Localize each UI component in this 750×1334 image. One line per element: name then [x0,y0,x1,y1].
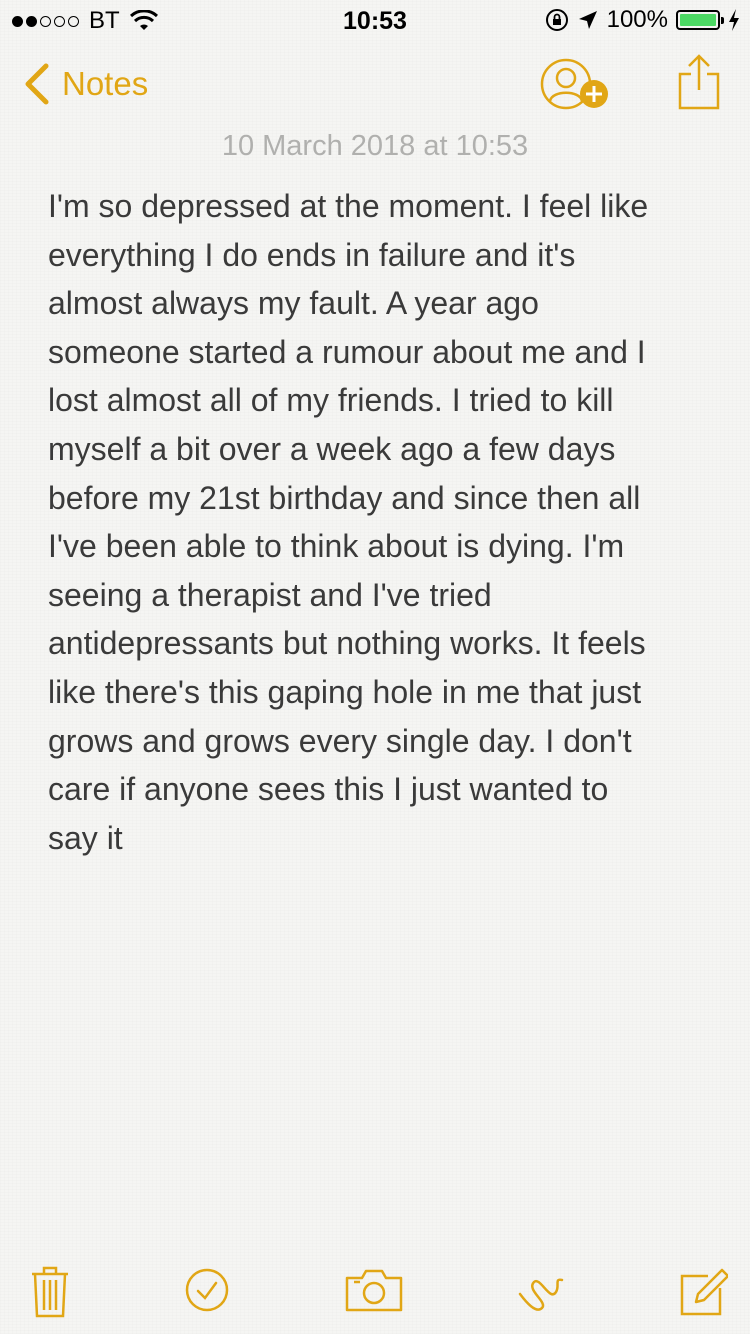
status-bar: BT 10:53 100% [0,0,750,40]
note-date: 10 March 2018 at 10:53 [221,130,529,162]
share-icon [678,54,720,110]
compose-button[interactable] [678,1262,730,1318]
back-button[interactable]: Notes [18,62,148,106]
checklist-icon [185,1268,229,1312]
status-right: 100% [545,6,740,34]
battery-percentage: 100% [606,6,668,33]
checklist-button[interactable] [184,1262,230,1318]
trash-icon [32,1266,68,1318]
add-person-icon [540,58,608,110]
add-people-button[interactable] [538,56,614,112]
sketch-button[interactable] [516,1262,566,1318]
camera-button[interactable] [344,1262,404,1318]
sketch-icon [518,1278,564,1311]
share-button[interactable] [676,54,722,110]
delete-button[interactable] [30,1262,70,1318]
rotation-lock-icon [545,9,568,31]
back-button-label: Notes [62,65,149,102]
compose-icon [680,1268,730,1316]
chevron-left-icon [25,63,49,105]
note-body-text[interactable]: I'm so depressed at the moment. I feel l… [48,182,708,862]
location-icon [578,11,597,29]
battery-icon [676,10,724,30]
bottom-toolbar [0,1246,750,1334]
camera-icon [345,1269,403,1312]
charging-icon [729,9,739,31]
nav-bar: Notes [0,40,750,130]
